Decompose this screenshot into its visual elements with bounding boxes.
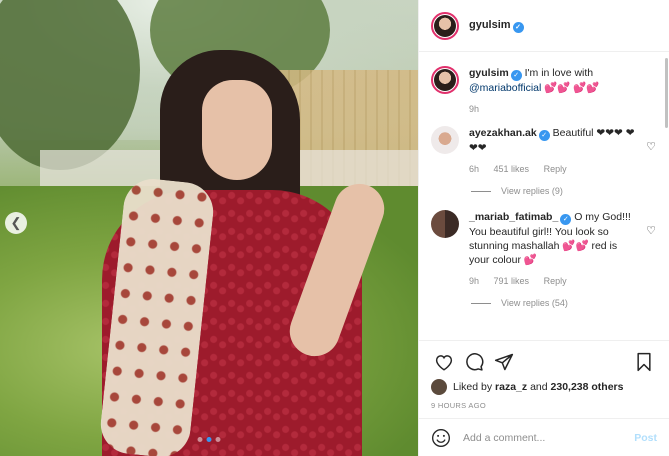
comment-time: 6h bbox=[469, 164, 480, 174]
reply-button[interactable]: Reply bbox=[544, 276, 567, 286]
view-replies-button[interactable]: View replies (54) bbox=[471, 298, 657, 308]
share-icon[interactable] bbox=[491, 349, 517, 375]
caption-username[interactable]: gyulsim bbox=[469, 67, 509, 79]
view-replies-button[interactable]: View replies (9) bbox=[471, 186, 657, 196]
comment-item: _mariab_fatimab_ ✓ O my God!!! You beauti… bbox=[431, 210, 657, 288]
author-avatar[interactable] bbox=[431, 11, 459, 40]
carousel-dot bbox=[215, 437, 221, 442]
carousel-dot bbox=[197, 437, 203, 442]
heart-icon[interactable] bbox=[431, 349, 457, 375]
emoji-icon[interactable] bbox=[431, 428, 451, 448]
post-comment-button[interactable]: Post bbox=[634, 432, 657, 444]
post-header: gyulsim ✓ bbox=[419, 0, 669, 52]
photo-person bbox=[82, 50, 418, 456]
comment-likes[interactable]: 451 likes bbox=[494, 164, 530, 174]
post-view: ❮ gyulsim ✓ gyulsim ✓ I'm in love with @ma… bbox=[0, 0, 669, 456]
verified-icon: ✓ bbox=[560, 214, 572, 225]
comment-like-icon[interactable]: ♡ bbox=[645, 224, 657, 288]
comments-list[interactable]: gyulsim ✓ I'm in love with @mariabofficia… bbox=[419, 52, 669, 340]
photo-face bbox=[202, 80, 272, 180]
comment-like-icon[interactable]: ♡ bbox=[645, 140, 657, 176]
action-bar: Liked by raza_z and 230,238 others 9 HOU… bbox=[419, 340, 669, 418]
likes-and: and bbox=[530, 381, 548, 393]
author-avatar[interactable] bbox=[431, 66, 459, 94]
comment-item: ayezakhan.ak ✓ Beautiful ❤❤❤ ❤❤❤ 6h 451 l… bbox=[431, 126, 657, 176]
carousel-dot-active bbox=[206, 437, 212, 442]
commenter-avatar[interactable] bbox=[431, 126, 459, 154]
likes-count[interactable]: 230,238 others bbox=[551, 381, 624, 393]
comment-username[interactable]: _mariab_fatimab_ bbox=[469, 211, 558, 223]
bookmark-icon[interactable] bbox=[631, 349, 657, 375]
post-panel: gyulsim ✓ gyulsim ✓ I'm in love with @mari… bbox=[418, 0, 669, 456]
caption: gyulsim ✓ I'm in love with @mariabofficia… bbox=[431, 66, 657, 116]
caption-mention[interactable]: @mariabofficial bbox=[469, 82, 541, 94]
comments-scrollbar[interactable] bbox=[665, 58, 668, 128]
comment-icon[interactable] bbox=[461, 349, 487, 375]
caption-time: 9h bbox=[469, 104, 480, 114]
post-photo[interactable]: ❮ bbox=[0, 0, 418, 456]
verified-icon: ✓ bbox=[512, 21, 524, 33]
comment-likes[interactable]: 791 likes bbox=[494, 276, 530, 286]
reply-button[interactable]: Reply bbox=[544, 164, 567, 174]
verified-icon: ✓ bbox=[510, 70, 522, 81]
verified-icon: ✓ bbox=[538, 130, 550, 141]
liker-avatar bbox=[431, 379, 447, 395]
chevron-left-icon[interactable]: ❮ bbox=[5, 212, 27, 234]
caption-emoji: 💕💕 💕💕 bbox=[544, 82, 600, 94]
add-comment-bar: Post bbox=[419, 418, 669, 456]
carousel-dots bbox=[197, 437, 221, 442]
comment-time: 9h bbox=[469, 276, 480, 286]
caption-text: I'm in love with bbox=[524, 67, 594, 79]
comment-input[interactable] bbox=[463, 431, 635, 444]
commenter-avatar[interactable] bbox=[431, 210, 459, 238]
liker-username[interactable]: raza_z bbox=[495, 381, 527, 393]
comment-username[interactable]: ayezakhan.ak bbox=[469, 127, 537, 139]
likes-summary[interactable]: Liked by raza_z and 230,238 others bbox=[431, 379, 657, 395]
author-username[interactable]: gyulsim ✓ bbox=[469, 19, 524, 33]
post-timestamp[interactable]: 9 HOURS AGO bbox=[431, 401, 657, 418]
likes-prefix: Liked by bbox=[453, 381, 493, 393]
